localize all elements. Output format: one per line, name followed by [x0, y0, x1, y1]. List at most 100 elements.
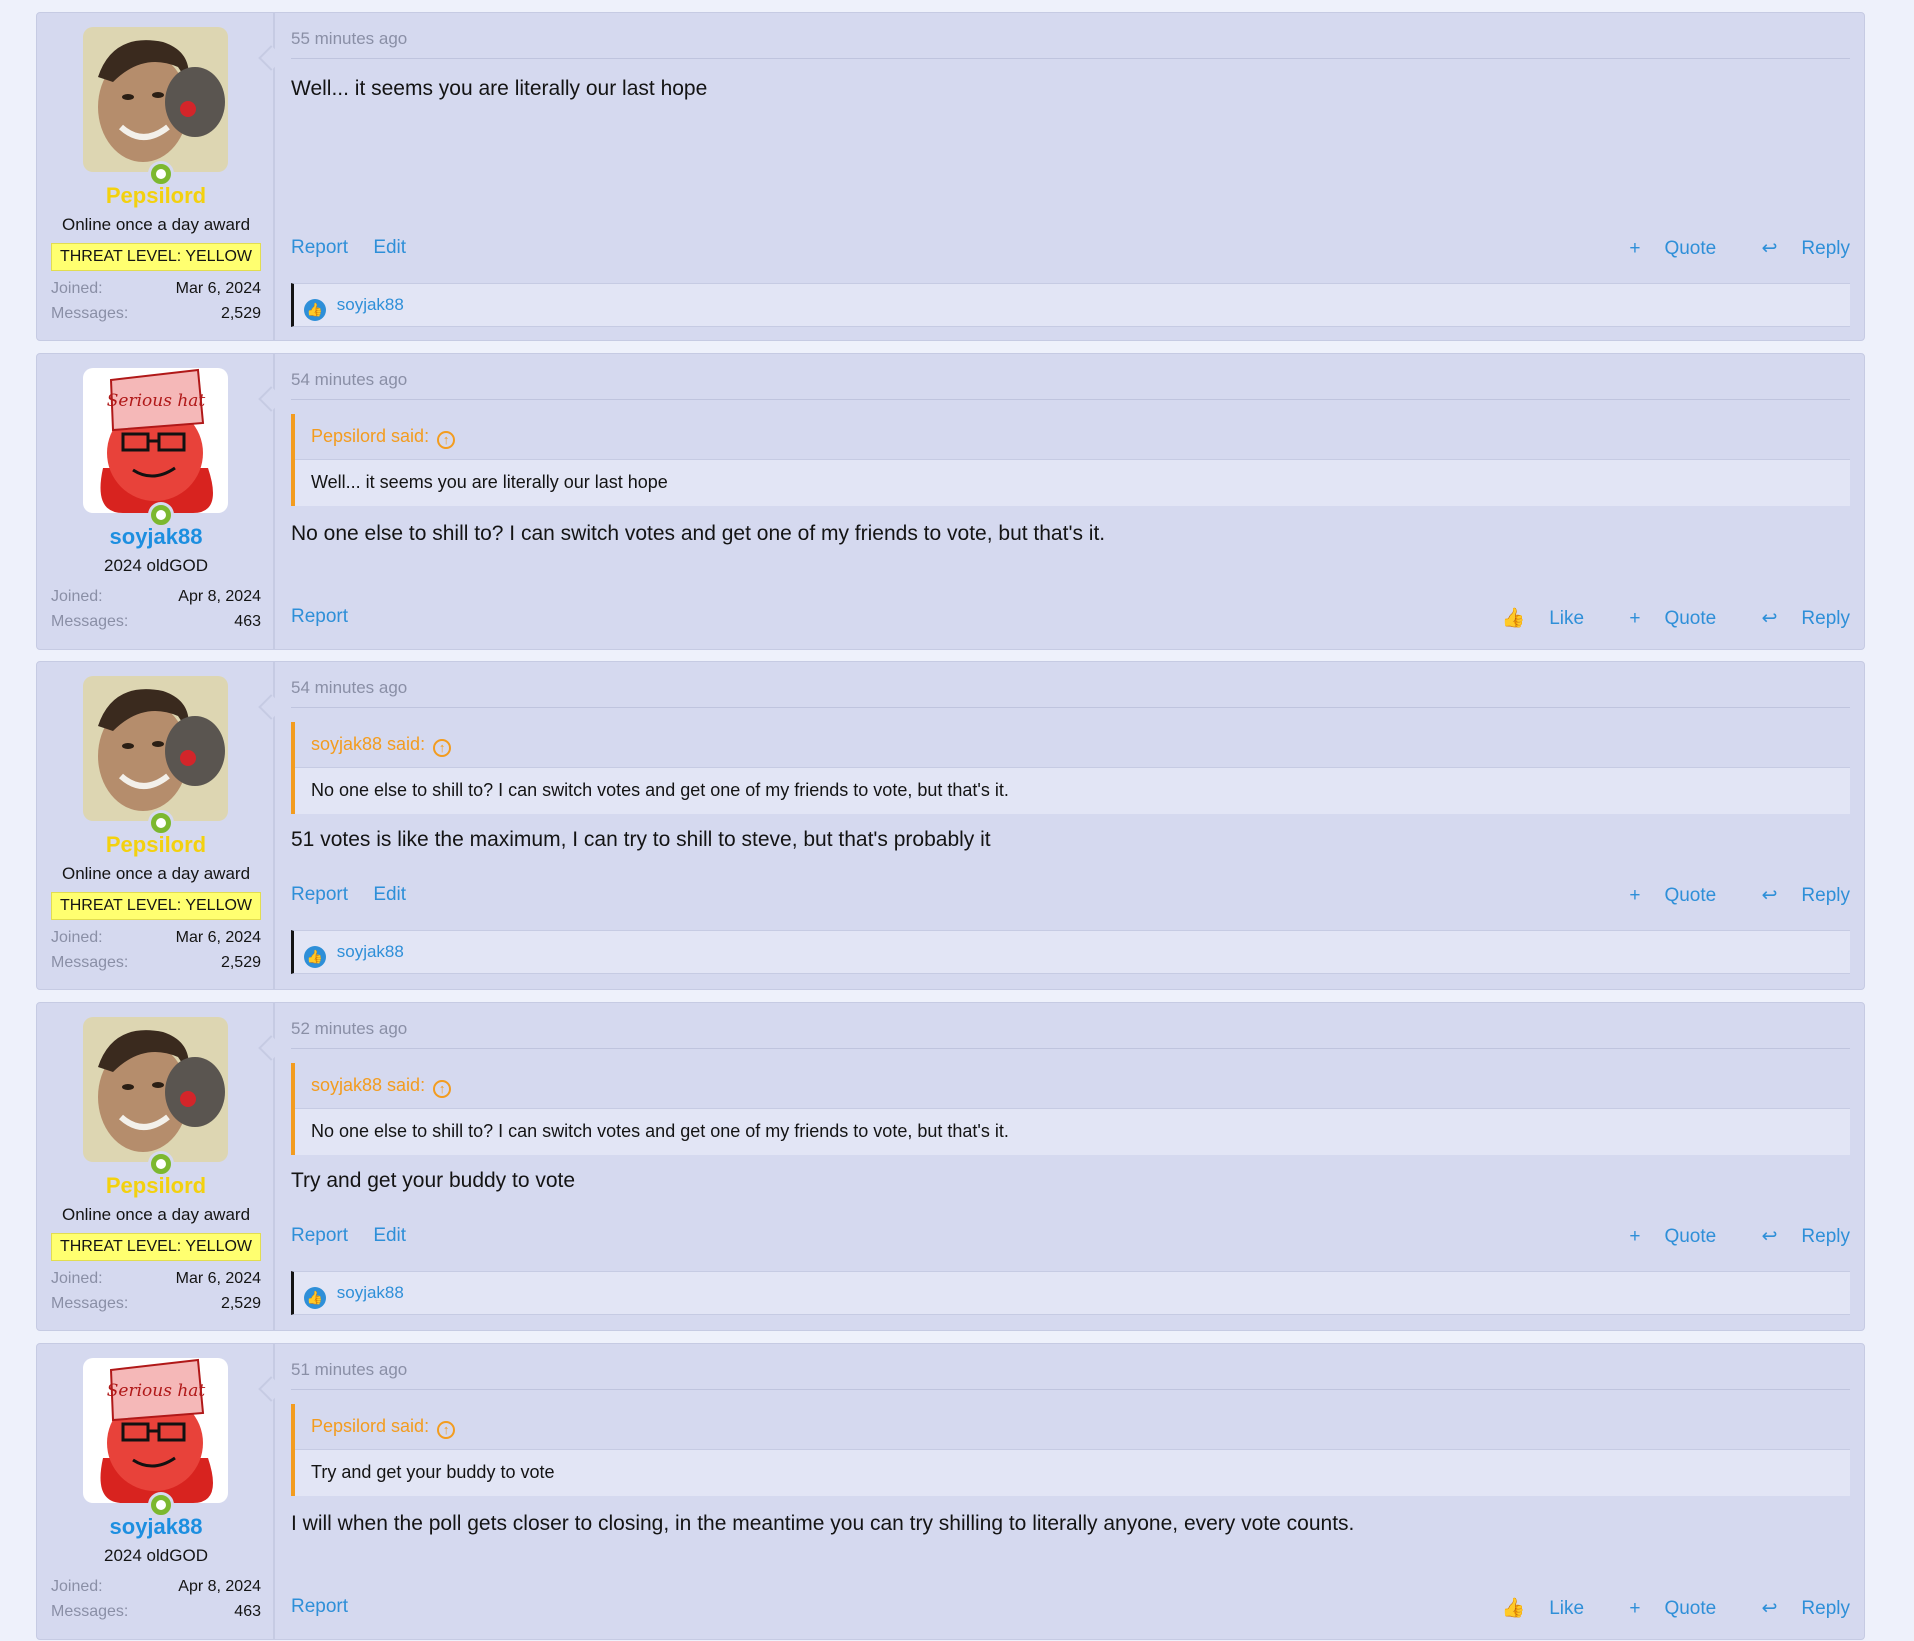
quote-text: No one else to shill to? I can switch vo…: [311, 780, 1009, 800]
like-label: Like: [1549, 608, 1585, 629]
messages-value[interactable]: 463: [234, 1603, 261, 1621]
report-link[interactable]: Report: [291, 606, 348, 627]
quote-button[interactable]: + Quote: [1609, 885, 1716, 906]
jump-up-icon[interactable]: ↑: [433, 739, 452, 757]
user-banner: THREAT LEVEL: YELLOW: [51, 892, 261, 920]
quote-header[interactable]: soyjak88 said: ↑: [295, 1063, 1850, 1109]
reply-button[interactable]: ↩ Reply: [1742, 1598, 1851, 1619]
post-timestamp[interactable]: 55 minutes ago: [291, 29, 1850, 59]
joined-label: Joined:: [51, 1578, 103, 1595]
reply-button[interactable]: ↩ Reply: [1742, 1226, 1851, 1247]
messages-label: Messages:: [51, 305, 129, 322]
quote-block: Pepsilord said: ↑ Well... it seems you ar…: [291, 414, 1850, 506]
report-link[interactable]: Report: [291, 1596, 348, 1617]
username[interactable]: Pepsilord: [37, 832, 275, 858]
quote-button[interactable]: + Quote: [1609, 1226, 1716, 1247]
messages-value[interactable]: 463: [234, 613, 261, 631]
post-timestamp[interactable]: 52 minutes ago: [291, 1019, 1850, 1049]
post-main: 51 minutes ago Pepsilord said: ↑ Try and …: [291, 1344, 1850, 1639]
post-timestamp[interactable]: 54 minutes ago: [291, 678, 1850, 708]
thumbs-up-icon: 👍: [304, 946, 326, 968]
soyjak-avatar-image: Serious hat: [83, 368, 228, 513]
reply-icon: ↩: [1761, 608, 1778, 629]
post-actions: Report Edit + Quote ↩ Reply: [291, 884, 1850, 912]
messages-stat: Messages: 2,529: [51, 954, 261, 972]
quote-block: soyjak88 said: ↑ No one else to shill to?…: [291, 722, 1850, 814]
reply-label: Reply: [1801, 1226, 1850, 1247]
messages-value[interactable]: 2,529: [221, 1295, 261, 1313]
quote-button[interactable]: + Quote: [1609, 608, 1716, 629]
post-actions: Report Edit + Quote ↩ Reply: [291, 237, 1850, 265]
joined-stat: Joined: Apr 8, 2024: [51, 588, 261, 606]
quote-text: Try and get your buddy to vote: [311, 1462, 555, 1482]
report-link[interactable]: Report: [291, 884, 348, 905]
hat-text: Serious hat: [107, 391, 206, 411]
reply-icon: ↩: [1761, 885, 1778, 906]
jump-up-icon[interactable]: ↑: [437, 431, 456, 449]
post: Serious hat soyjak88 2024 oldGOD Joined:…: [36, 1343, 1865, 1640]
avatar[interactable]: Serious hat: [83, 368, 228, 528]
pepsilord-avatar-image: [83, 1017, 228, 1162]
messages-value[interactable]: 2,529: [221, 954, 261, 972]
avatar[interactable]: [83, 676, 228, 836]
post-main: 55 minutes ago Well... it seems you are …: [291, 13, 1850, 340]
post-main: 54 minutes ago Pepsilord said: ↑ Well... …: [291, 354, 1850, 649]
post: Serious hat soyjak88 2024 oldGOD Joined:…: [36, 353, 1865, 650]
quote-button[interactable]: + Quote: [1609, 238, 1716, 259]
pepsilord-avatar-image: [83, 27, 228, 172]
report-link[interactable]: Report: [291, 1225, 348, 1246]
edit-link[interactable]: Edit: [373, 1225, 406, 1246]
post: Pepsilord Online once a day award THREAT…: [36, 12, 1865, 341]
quote-label: Quote: [1664, 608, 1717, 629]
messages-value[interactable]: 2,529: [221, 305, 261, 323]
post-timestamp[interactable]: 51 minutes ago: [291, 1360, 1850, 1390]
post-message: Well... it seems you are literally our l…: [291, 77, 708, 100]
username[interactable]: Pepsilord: [37, 183, 275, 209]
quote-text: No one else to shill to? I can switch vo…: [311, 1121, 1009, 1141]
hat-text: Serious hat: [107, 1381, 206, 1401]
quote-block: Pepsilord said: ↑ Try and get your buddy …: [291, 1404, 1850, 1496]
quote-header[interactable]: soyjak88 said: ↑: [295, 722, 1850, 768]
likes-user-link[interactable]: soyjak88: [337, 1283, 404, 1302]
joined-value: Mar 6, 2024: [175, 929, 261, 946]
reply-button[interactable]: ↩ Reply: [1742, 885, 1851, 906]
post-message: Try and get your buddy to vote: [291, 1169, 576, 1192]
reply-button[interactable]: ↩ Reply: [1742, 608, 1851, 629]
post: Pepsilord Online once a day award THREAT…: [36, 661, 1865, 990]
post-timestamp[interactable]: 54 minutes ago: [291, 370, 1850, 400]
quote-header[interactable]: Pepsilord said: ↑: [295, 1404, 1850, 1450]
quote-button[interactable]: + Quote: [1609, 1598, 1716, 1619]
messages-stat: Messages: 2,529: [51, 305, 261, 323]
quote-header[interactable]: Pepsilord said: ↑: [295, 414, 1850, 460]
post-actions: Report Edit + Quote ↩ Reply: [291, 1225, 1850, 1253]
reply-button[interactable]: ↩ Reply: [1742, 238, 1851, 259]
messages-label: Messages:: [51, 954, 129, 971]
report-link[interactable]: Report: [291, 237, 348, 258]
username[interactable]: soyjak88: [37, 1514, 275, 1540]
user-title: 2024 oldGOD: [104, 556, 208, 575]
likes-user-link[interactable]: soyjak88: [337, 295, 404, 314]
avatar[interactable]: [83, 1017, 228, 1177]
joined-value: Mar 6, 2024: [175, 280, 261, 297]
joined-stat: Joined: Mar 6, 2024: [51, 280, 261, 298]
reply-label: Reply: [1801, 885, 1850, 906]
avatar[interactable]: [83, 27, 228, 187]
edit-link[interactable]: Edit: [373, 237, 406, 258]
post-message: No one else to shill to? I can switch vo…: [291, 522, 1106, 545]
reply-icon: ↩: [1761, 1598, 1778, 1619]
username[interactable]: Pepsilord: [37, 1173, 275, 1199]
quote-label: Quote: [1664, 238, 1717, 259]
reply-icon: ↩: [1761, 1226, 1778, 1247]
edit-link[interactable]: Edit: [373, 884, 406, 905]
jump-up-icon[interactable]: ↑: [437, 1421, 456, 1439]
avatar[interactable]: Serious hat: [83, 1358, 228, 1518]
likes-user-link[interactable]: soyjak88: [337, 942, 404, 961]
like-button[interactable]: 👍 Like: [1482, 608, 1585, 629]
messages-stat: Messages: 2,529: [51, 1295, 261, 1313]
joined-label: Joined:: [51, 929, 103, 946]
like-button[interactable]: 👍 Like: [1482, 1598, 1585, 1619]
jump-up-icon[interactable]: ↑: [433, 1080, 452, 1098]
quote-label: Quote: [1664, 1226, 1717, 1247]
username[interactable]: soyjak88: [37, 524, 275, 550]
joined-label: Joined:: [51, 1270, 103, 1287]
